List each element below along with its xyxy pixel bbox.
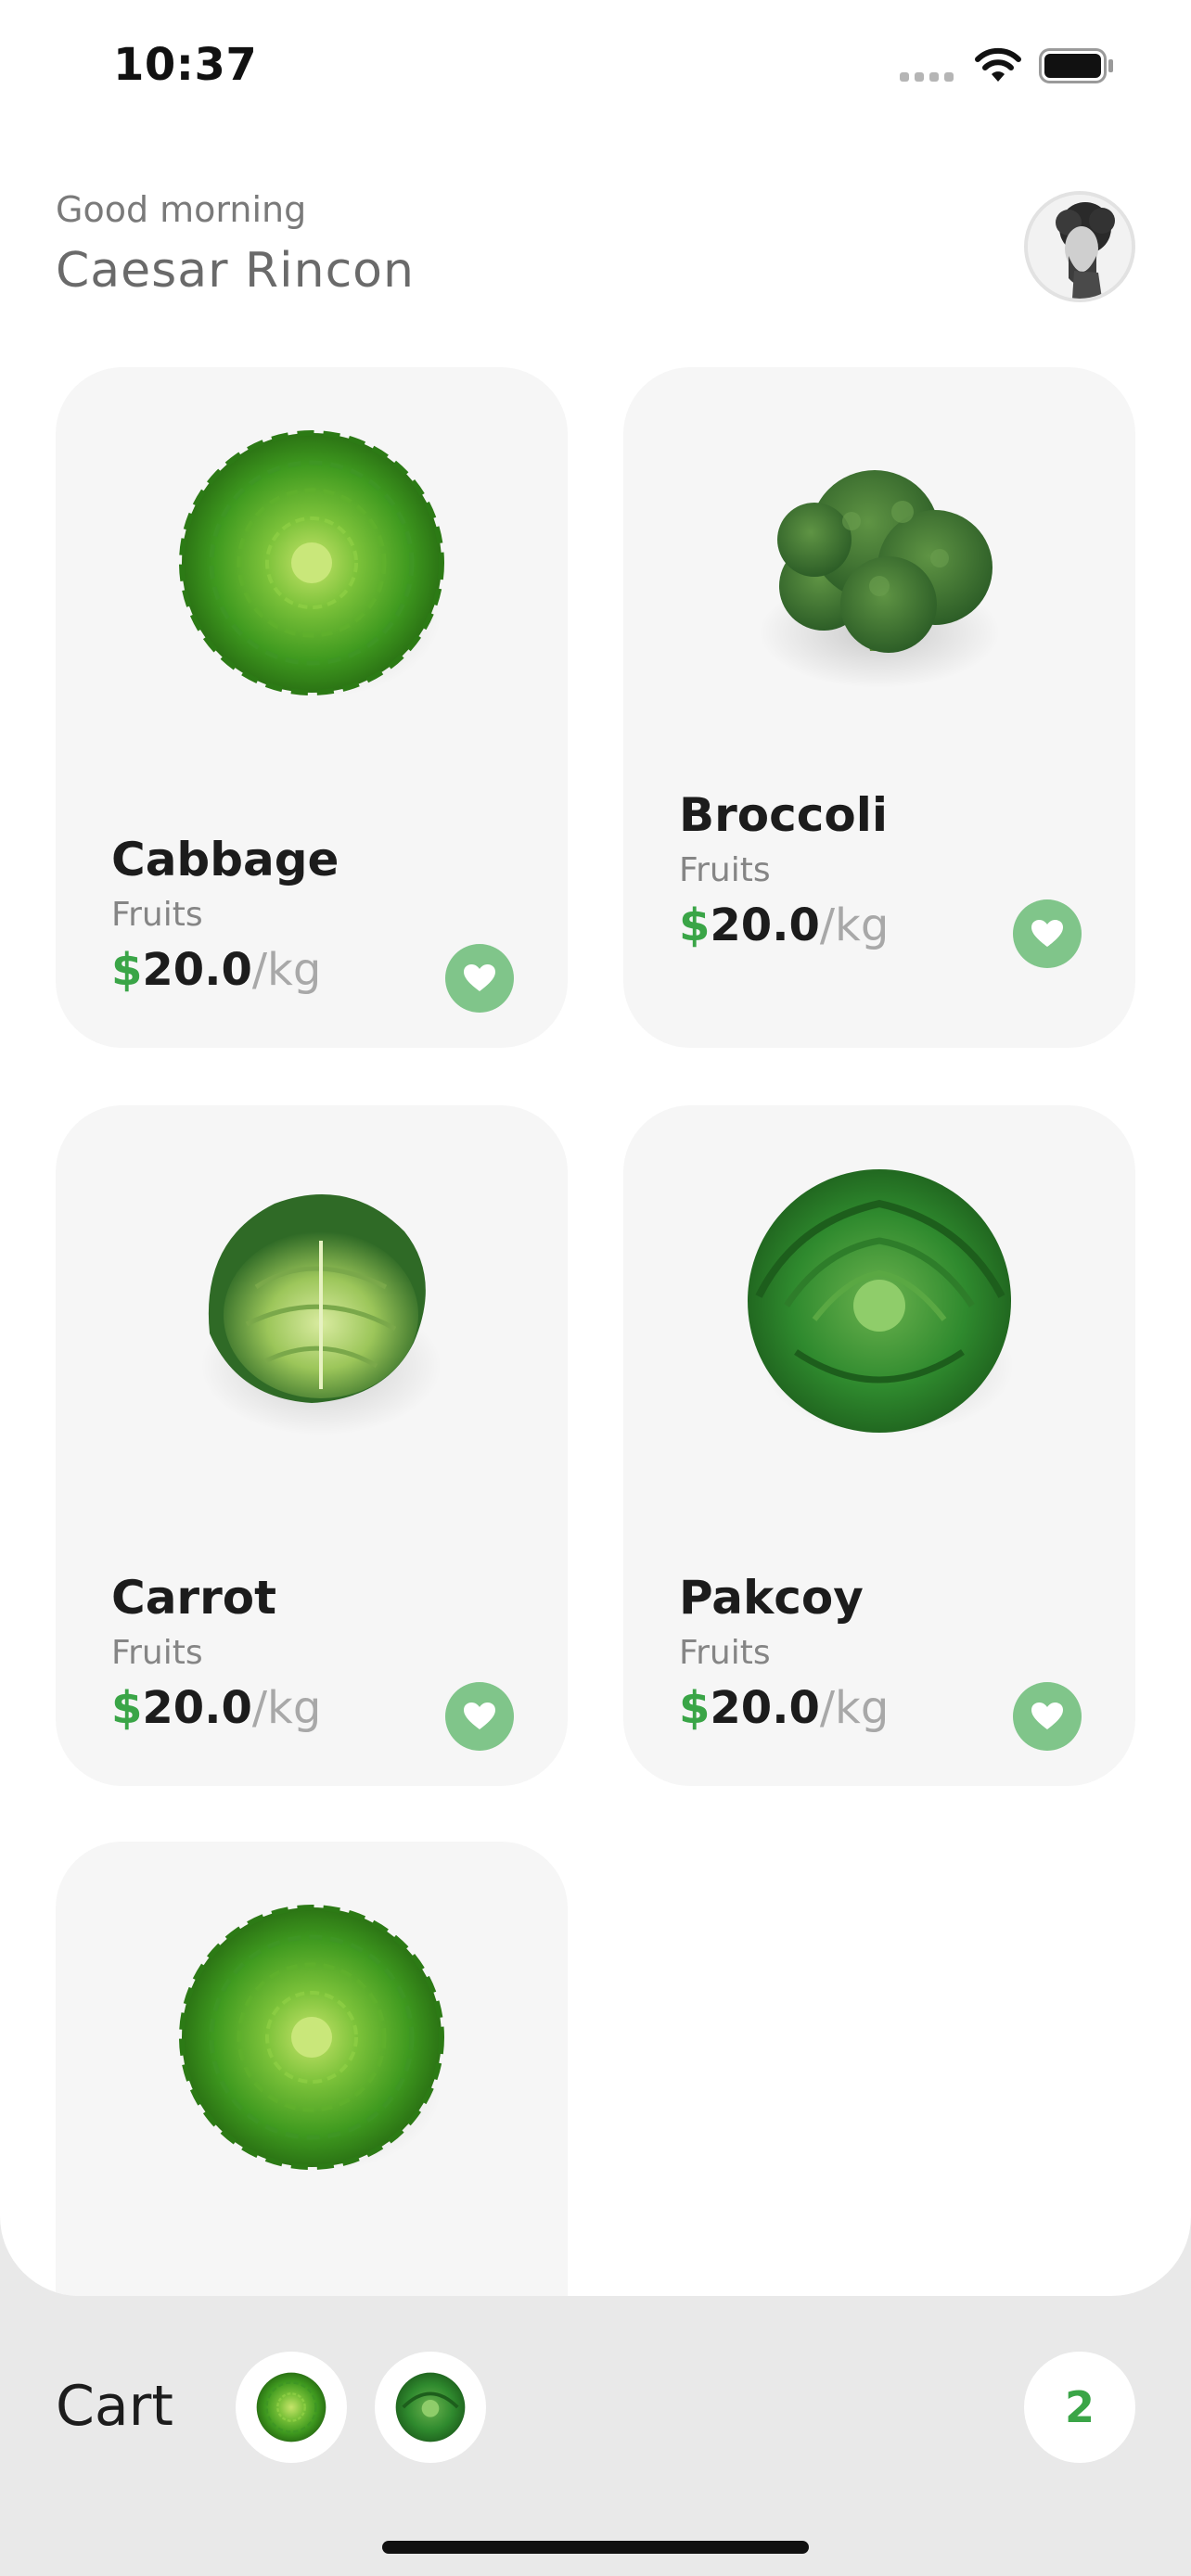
cabbage-image [179, 430, 444, 697]
cabbage-image [179, 1905, 444, 2172]
cart-item-cabbage[interactable] [236, 2352, 347, 2463]
product-card-broccoli[interactable]: Broccoli Fruits $20.0/kg [623, 367, 1135, 1048]
heart-icon [464, 964, 495, 991]
heart-icon [1031, 920, 1063, 947]
cart-label[interactable]: Cart [56, 2374, 173, 2439]
price-currency: $ [111, 944, 143, 996]
favorite-button[interactable] [445, 944, 514, 1013]
heart-icon [1031, 1702, 1063, 1729]
greeting-text: Good morning [56, 189, 307, 230]
favorite-button[interactable] [1013, 899, 1082, 968]
price-currency: $ [111, 1682, 143, 1734]
home-screen: 10:37 Good morning Caesar Rincon Cabbage… [0, 0, 1191, 2296]
product-name: Cabbage [111, 833, 339, 886]
product-card-cabbage[interactable]: Cabbage Fruits $20.0/kg [56, 367, 568, 1048]
product-category: Fruits [679, 851, 771, 889]
favorite-button[interactable] [1013, 1682, 1082, 1751]
product-price: $20.0/kg [679, 1682, 889, 1734]
product-category: Fruits [111, 896, 203, 934]
favorite-button[interactable] [445, 1682, 514, 1751]
product-card-cabbage-2[interactable] [56, 1842, 568, 2296]
savoy-cabbage-image [200, 1194, 442, 1435]
price-unit: /kg [251, 1682, 322, 1734]
cart-count-badge[interactable]: 2 [1024, 2352, 1135, 2463]
heart-icon [464, 1702, 495, 1729]
product-price: $20.0/kg [679, 899, 889, 951]
cabbage-thumbnail [256, 2372, 327, 2442]
battery-icon [1039, 48, 1113, 83]
status-time: 10:37 [113, 39, 258, 91]
product-category: Fruits [679, 1634, 771, 1672]
price-value: 20.0 [710, 1682, 820, 1734]
price-currency: $ [679, 899, 711, 951]
wifi-icon [975, 47, 1021, 82]
avatar[interactable] [1024, 191, 1135, 302]
lettuce-image [748, 1169, 1014, 1435]
product-price: $20.0/kg [111, 944, 321, 996]
price-unit: /kg [819, 899, 890, 951]
product-card-pakcoy[interactable]: Pakcoy Fruits $20.0/kg [623, 1105, 1135, 1786]
product-card-carrot[interactable]: Carrot Fruits $20.0/kg [56, 1105, 568, 1786]
price-unit: /kg [251, 944, 322, 996]
signal-icon [900, 72, 954, 82]
home-indicator [382, 2541, 809, 2554]
product-name: Broccoli [679, 788, 889, 842]
lettuce-thumbnail [395, 2372, 466, 2442]
product-price: $20.0/kg [111, 1682, 321, 1734]
price-value: 20.0 [710, 899, 820, 951]
product-name: Carrot [111, 1571, 277, 1625]
price-currency: $ [679, 1682, 711, 1734]
price-value: 20.0 [142, 944, 252, 996]
product-category: Fruits [111, 1634, 203, 1672]
broccoli-image [759, 470, 1000, 688]
user-name: Caesar Rincon [56, 243, 415, 299]
price-value: 20.0 [142, 1682, 252, 1734]
price-unit: /kg [819, 1682, 890, 1734]
cart-item-lettuce[interactable] [375, 2352, 486, 2463]
product-name: Pakcoy [679, 1571, 864, 1625]
